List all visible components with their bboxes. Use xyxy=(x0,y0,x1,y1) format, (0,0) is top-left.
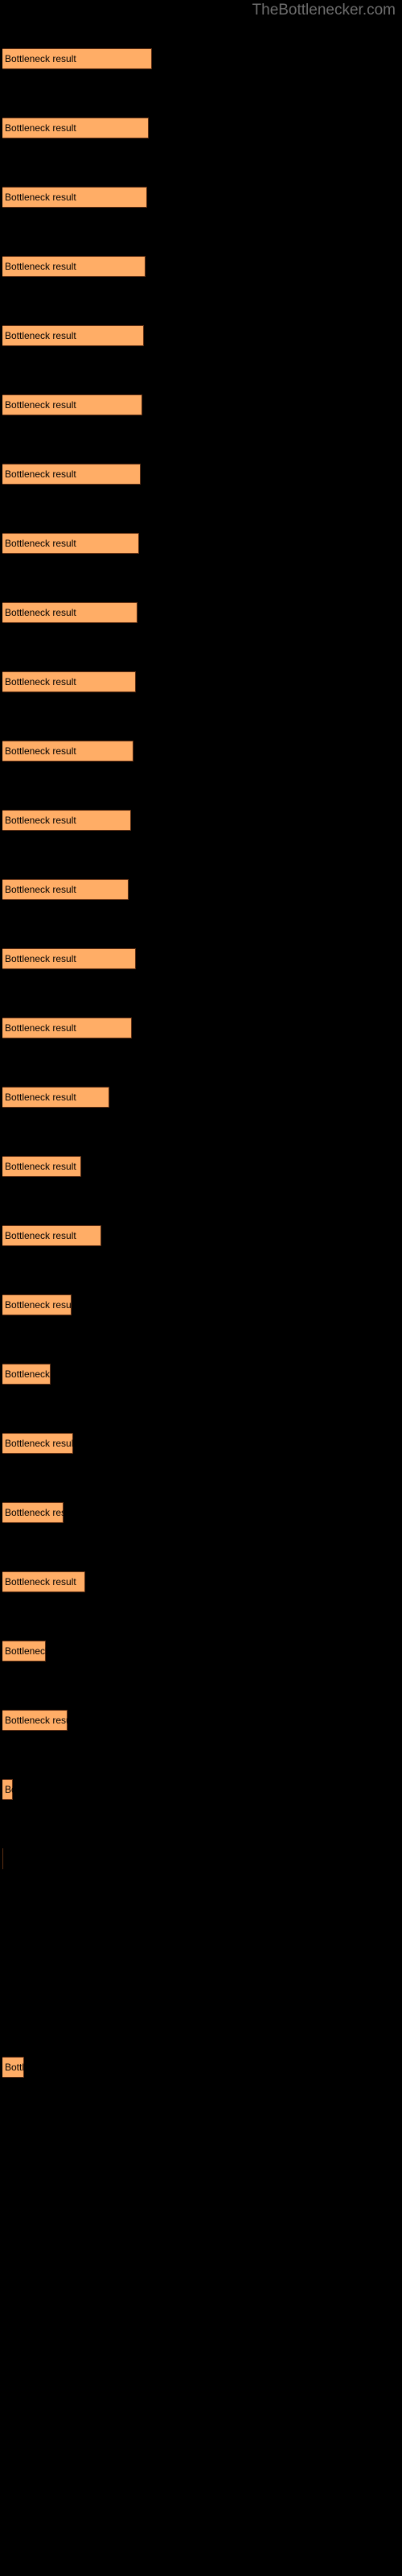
bar-label-clip: Bottleneck result xyxy=(2,533,139,554)
bar-label-clip: Bottleneck result xyxy=(2,1156,81,1177)
bar-label: Bottleneck result xyxy=(5,815,76,826)
bar-label-clip: Bottleneck result xyxy=(2,1710,68,1731)
bar-label: Bottleneck result xyxy=(5,1022,76,1034)
bar-label: Bottleneck result xyxy=(5,538,76,549)
bar-label-clip: Bottleneck result xyxy=(2,810,131,831)
bar-label: Bottleneck result xyxy=(5,399,76,411)
bar-label-clip: Bottleneck result xyxy=(2,948,136,969)
bar-label-clip: Bottleneck result xyxy=(2,1433,73,1454)
bar-label-clip: Bottleneck result xyxy=(2,118,149,138)
bar-label-clip: Bottleneck result xyxy=(2,1848,3,1869)
bar-label: Bottleneck result xyxy=(5,469,76,480)
bar-label-clip: Bottleneck result xyxy=(2,1571,85,1592)
bar-label: Bottleneck result xyxy=(5,745,76,757)
bar-series: Bottleneck result Bottleneck result Bottle… xyxy=(0,0,402,2576)
bar-label-clip: Bottleneck result xyxy=(2,879,129,900)
bar-label: Bottleneck result xyxy=(5,607,76,618)
bar-label-clip: Bottleneck result xyxy=(2,464,141,485)
bar-label-clip: Bottleneck result xyxy=(2,394,142,415)
bar-label: Bottleneck result xyxy=(5,1507,64,1518)
bar-label: Bottleneck result xyxy=(5,1230,76,1241)
bar-label: Bottleneck result xyxy=(5,261,76,272)
bar-label-clip: Bottleneck result xyxy=(2,1779,13,1800)
bar-label: Bottleneck result xyxy=(5,1161,76,1172)
bar-label: Bottleneck result xyxy=(5,1299,72,1311)
bar-label: Bottleneck result xyxy=(5,1092,76,1103)
bar-label: Bottleneck result xyxy=(5,1645,46,1657)
bar-label-clip: Bottleneck result xyxy=(2,256,146,277)
bar-label-clip: Bottleneck result xyxy=(2,1502,64,1523)
bar-label: Bottleneck result xyxy=(5,884,76,895)
bar-label-clip: Bottleneck result xyxy=(2,741,133,762)
bar-label: Bottleneck result xyxy=(5,676,76,687)
bar-label: Bottleneck result xyxy=(5,1368,51,1380)
bar-label: Bottleneck result xyxy=(5,1576,76,1587)
bar-label-clip: Bottleneck result xyxy=(2,187,147,208)
bar-label-clip: Bottleneck result xyxy=(2,325,144,346)
bar-label-clip: Bottleneck result xyxy=(2,48,152,69)
bar-label-clip: Bottleneck result xyxy=(2,1641,46,1662)
bar-label: Bottleneck result xyxy=(5,192,76,203)
bar-label: Bottleneck result xyxy=(5,2062,24,2073)
bar-label-clip: Bottleneck result xyxy=(2,1364,51,1385)
bar-label-clip: Bottleneck result xyxy=(2,1294,72,1315)
bar-label: Bottleneck result xyxy=(5,1784,13,1795)
bar-label-clip: Bottleneck result xyxy=(2,671,136,692)
bar-label: Bottleneck result xyxy=(5,330,76,341)
bar-label-clip: Bottleneck result xyxy=(2,1018,132,1038)
bar-label-clip: Bottleneck result xyxy=(2,1087,109,1108)
bar-label: Bottleneck result xyxy=(5,1715,68,1726)
bottleneck-chart: TheBottlenecker.com Bottleneck result Bot… xyxy=(0,0,402,2576)
bar-label: Bottleneck result xyxy=(5,1438,73,1449)
bar-label: Bottleneck result xyxy=(5,122,76,134)
bar-label-clip: Bottleneck result xyxy=(2,602,137,623)
bar-label-clip: Bottleneck result xyxy=(2,2057,24,2078)
bar-label: Bottleneck result xyxy=(5,53,76,64)
bar-label-clip: Bottleneck result xyxy=(2,1225,101,1246)
bar-label: Bottleneck result xyxy=(5,953,76,964)
